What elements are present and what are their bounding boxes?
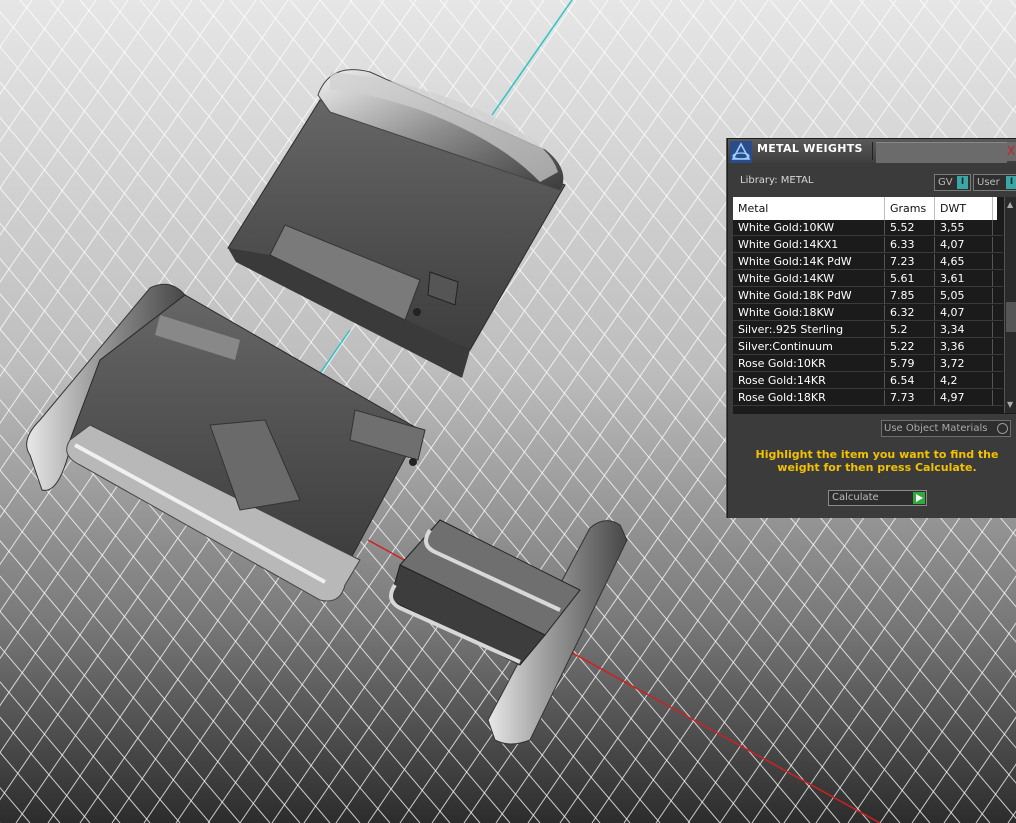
cell-dwt: 4,07 xyxy=(935,305,993,321)
cell-grams: 6.33 xyxy=(885,237,935,253)
cell-spacer xyxy=(993,305,1003,321)
panel-title: METAL WEIGHTS xyxy=(757,142,863,155)
cell-metal: Rose Gold:14KR xyxy=(733,373,885,389)
cell-grams: 6.32 xyxy=(885,305,935,321)
metal-table: Metal Grams DWT White Gold:10KW 5.52 3,55 W… xyxy=(733,197,1016,414)
cell-dwt: 5,05 xyxy=(935,288,993,304)
cell-spacer xyxy=(993,373,1003,389)
cell-dwt: 4,65 xyxy=(935,254,993,270)
gv-library-toggle[interactable]: GV I xyxy=(934,174,971,191)
user-toggle-label: User xyxy=(977,177,1000,188)
scroll-down-arrow-icon[interactable]: ▼ xyxy=(1007,400,1013,409)
calculate-label: Calculate xyxy=(832,492,879,503)
cell-spacer xyxy=(993,339,1003,355)
cell-metal: White Gold:10KW xyxy=(733,220,885,236)
column-header-dwt[interactable]: DWT xyxy=(935,197,993,220)
cell-dwt: 4,07 xyxy=(935,237,993,253)
use-object-materials-label: Use Object Materials xyxy=(884,423,988,434)
panel-titlebar[interactable]: METAL WEIGHTS X xyxy=(728,139,1016,163)
calculate-button[interactable]: Calculate xyxy=(828,490,927,506)
table-row[interactable]: Rose Gold:14KR 6.54 4,2 xyxy=(733,373,1003,390)
cell-spacer xyxy=(993,254,1003,270)
table-row[interactable]: Rose Gold:10KR 5.79 3,72 xyxy=(733,356,1003,373)
cell-metal: Silver:Continuum xyxy=(733,339,885,355)
cell-metal: Rose Gold:10KR xyxy=(733,356,885,372)
table-row[interactable]: White Gold:10KW 5.52 3,55 xyxy=(733,220,1003,237)
table-row[interactable]: White Gold:14K PdW 7.23 4,65 xyxy=(733,254,1003,271)
cell-metal: Rose Gold:18KR xyxy=(733,390,885,406)
cell-spacer xyxy=(993,288,1003,304)
use-object-materials-toggle[interactable]: Use Object Materials xyxy=(881,420,1011,437)
cell-metal: White Gold:18KW xyxy=(733,305,885,321)
cell-grams: 5.22 xyxy=(885,339,935,355)
cell-spacer xyxy=(993,322,1003,338)
cell-grams: 5.61 xyxy=(885,271,935,287)
metal-weights-panel: METAL WEIGHTS X Library: METAL GV I User… xyxy=(727,138,1016,518)
cell-dwt: 3,55 xyxy=(935,220,993,236)
scroll-up-arrow-icon[interactable]: ▲ xyxy=(1007,200,1013,209)
library-label: Library: METAL xyxy=(740,175,814,186)
cell-grams: 7.73 xyxy=(885,390,935,406)
cell-dwt: 3,36 xyxy=(935,339,993,355)
gv-toggle-indicator: I xyxy=(957,176,968,189)
cell-grams: 5.52 xyxy=(885,220,935,236)
table-row[interactable]: Silver:Continuum 5.22 3,36 xyxy=(733,339,1003,356)
cell-metal: White Gold:14K PdW xyxy=(733,254,885,270)
table-row[interactable]: White Gold:18K PdW 7.85 5,05 xyxy=(733,288,1003,305)
cell-spacer xyxy=(993,356,1003,372)
table-row[interactable]: Rose Gold:18KR 7.73 4,97 xyxy=(733,390,1003,407)
cell-dwt: 4,97 xyxy=(935,390,993,406)
cell-metal: White Gold:14KW xyxy=(733,271,885,287)
cell-grams: 7.85 xyxy=(885,288,935,304)
cell-grams: 5.2 xyxy=(885,322,935,338)
app-logo-icon xyxy=(730,141,752,163)
gv-toggle-label: GV xyxy=(938,177,953,188)
table-scrollbar[interactable]: ▲ ▼ xyxy=(1004,197,1016,413)
cell-metal: White Gold:18K PdW xyxy=(733,288,885,304)
cell-spacer xyxy=(993,390,1003,406)
cell-spacer xyxy=(993,237,1003,253)
close-button[interactable]: X xyxy=(1007,142,1016,161)
cell-spacer xyxy=(993,271,1003,287)
radio-circle-icon xyxy=(997,423,1008,434)
cell-grams: 6.54 xyxy=(885,373,935,389)
play-arrow-icon xyxy=(913,492,925,504)
table-row[interactable]: White Gold:14KW 5.61 3,61 xyxy=(733,271,1003,288)
cell-dwt: 4,2 xyxy=(935,373,993,389)
cell-metal: White Gold:14KX1 xyxy=(733,237,885,253)
instruction-text: Highlight the item you want to find the … xyxy=(755,448,999,474)
user-toggle-indicator: I xyxy=(1006,176,1016,189)
table-row[interactable]: White Gold:14KX1 6.33 4,07 xyxy=(733,237,1003,254)
cell-metal: Silver:.925 Sterling xyxy=(733,322,885,338)
user-library-toggle[interactable]: User I xyxy=(973,174,1016,191)
table-header: Metal Grams DWT xyxy=(733,197,997,220)
column-header-metal[interactable]: Metal xyxy=(733,197,885,220)
scroll-thumb[interactable] xyxy=(1006,302,1016,332)
column-header-grams[interactable]: Grams xyxy=(885,197,935,220)
cell-grams: 5.79 xyxy=(885,356,935,372)
cell-dwt: 3,34 xyxy=(935,322,993,338)
table-row[interactable]: White Gold:18KW 6.32 4,07 xyxy=(733,305,1003,322)
cell-spacer xyxy=(993,220,1003,236)
cell-dwt: 3,61 xyxy=(935,271,993,287)
table-row[interactable]: Silver:.925 Sterling 5.2 3,34 xyxy=(733,322,1003,339)
cell-grams: 7.23 xyxy=(885,254,935,270)
titlebar-drag-area[interactable] xyxy=(876,142,1007,163)
cell-dwt: 3,72 xyxy=(935,356,993,372)
